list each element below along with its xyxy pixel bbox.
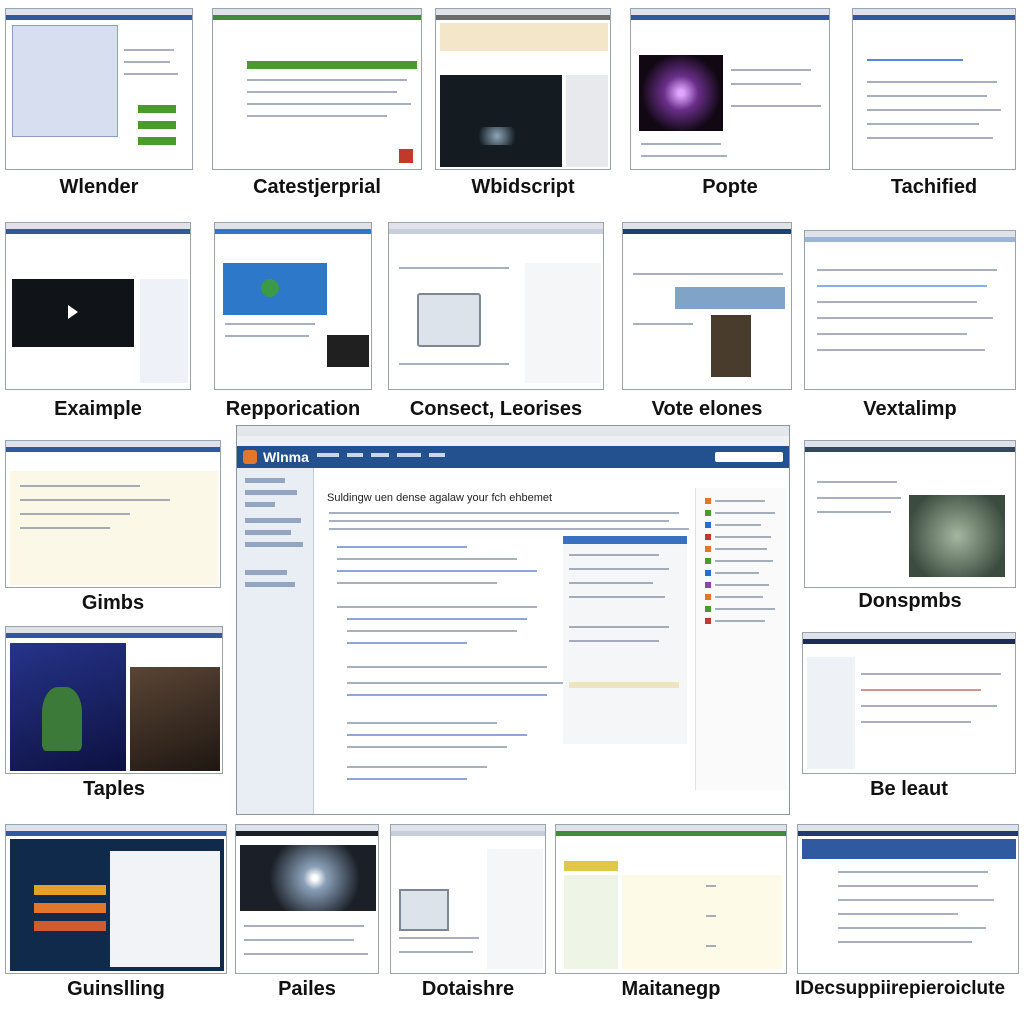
thumbnail-guinslling[interactable]: [5, 824, 227, 974]
thumbnail-taples[interactable]: [5, 626, 223, 774]
thumbnail-repporication[interactable]: [214, 222, 372, 390]
caption-catestjerprial: Catestjerprial: [253, 176, 381, 198]
content-panel: [563, 544, 687, 744]
caption-guinslling: Guinslling: [67, 978, 165, 1000]
caption-wlender: Wlender: [59, 176, 139, 198]
caption-gimbs: Gimbs: [81, 592, 145, 614]
caption-donspmbs: Donspmbs: [858, 590, 962, 612]
thumbnail-pailes[interactable]: [235, 824, 379, 974]
top-navigation-bar: [237, 446, 789, 468]
thumbnail-vextalimp[interactable]: [804, 230, 1016, 390]
page-title: Suldingw uen dense agalaw your fch ehbem…: [327, 492, 553, 504]
caption-wbidscript: Wbidscript: [471, 176, 575, 198]
thumbnail-wbidscript[interactable]: [435, 8, 611, 170]
caption-popte: Popte: [702, 176, 758, 198]
caption-tachified: Tachified: [890, 176, 978, 198]
thumbnail-maitanegp[interactable]: [555, 824, 787, 974]
caption-vextalimp: Vextalimp: [863, 398, 957, 420]
thumbnail-be-leaut[interactable]: [802, 632, 1016, 774]
caption-consect-leorises: Consect, Leorises: [409, 398, 583, 420]
caption-idecsuppiirepieroiclute: IDecsuppiirepieroiclute: [794, 978, 1006, 999]
thumbnail-donspmbs[interactable]: [804, 440, 1016, 588]
caption-vote-elones: Vote elones: [651, 398, 763, 420]
caption-dotaishre: Dotaishre: [421, 978, 515, 1000]
thumbnail-consect-leorises[interactable]: [388, 222, 604, 390]
caption-maitanegp: Maitanegp: [621, 978, 721, 1000]
thumbnail-wlender[interactable]: [5, 8, 193, 170]
caption-exaimple: Exaimple: [54, 398, 142, 420]
thumbnail-catestjerprial[interactable]: [212, 8, 422, 170]
caption-pailes: Pailes: [278, 978, 336, 1000]
thumbnail-idecsuppiirepieroiclute[interactable]: [797, 824, 1019, 974]
thumbnail-popte[interactable]: [630, 8, 830, 170]
content-panel-header: [563, 536, 687, 544]
sidebar: [237, 468, 314, 814]
featured-screenshot[interactable]: Wlnma Suldingw uen dense agalaw your fch…: [236, 425, 790, 815]
thumbnail-gimbs[interactable]: [5, 440, 221, 588]
caption-repporication: Repporication: [225, 398, 361, 420]
thumbnail-exaimple[interactable]: [5, 222, 191, 390]
thumbnail-vote-elones[interactable]: [622, 222, 792, 390]
thumbnail-dotaishre[interactable]: [390, 824, 546, 974]
search-input[interactable]: [715, 452, 783, 462]
site-logo-icon: [243, 450, 257, 464]
thumbnail-tachified[interactable]: [852, 8, 1016, 170]
caption-be-leaut: Be leaut: [870, 778, 948, 800]
caption-taples: Taples: [83, 778, 145, 800]
site-logo-text: Wlnma: [263, 449, 309, 465]
